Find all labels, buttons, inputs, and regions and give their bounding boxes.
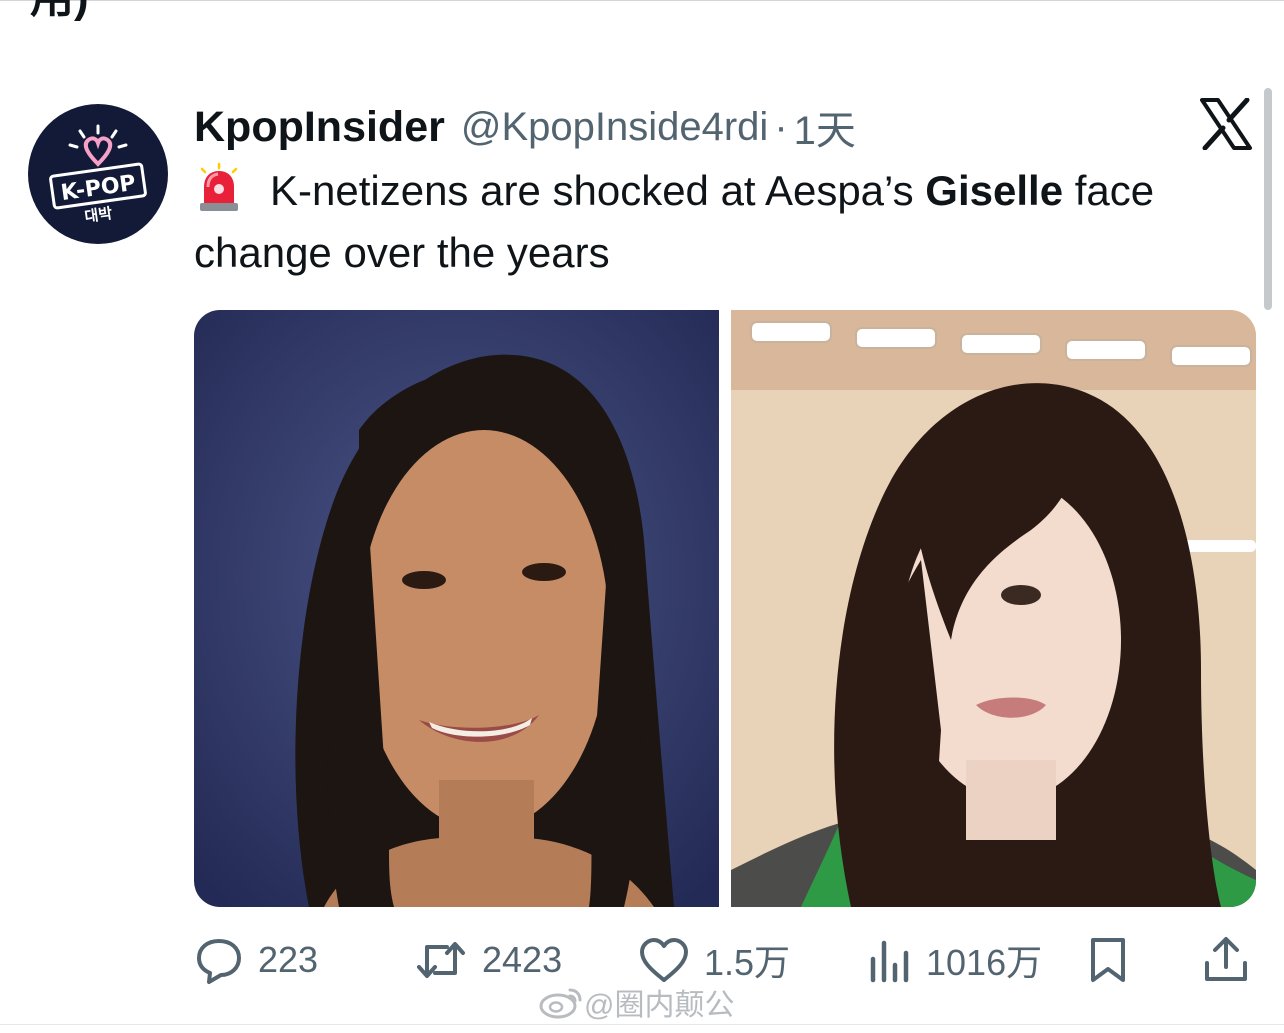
share-icon <box>1205 937 1247 981</box>
police-car-light-icon <box>200 163 238 211</box>
author-handle[interactable]: @KpopInside4rdi <box>461 105 768 150</box>
previous-tweet-text: 用) <box>30 0 89 20</box>
bookmark-icon <box>1091 938 1125 982</box>
separator-dot: · <box>774 104 788 149</box>
like-count: 1.5万 <box>704 942 791 983</box>
x-logo-icon[interactable] <box>1200 98 1252 150</box>
bottom-divider <box>0 1024 1284 1025</box>
author-name[interactable]: KpopInsider <box>194 103 445 152</box>
svg-text:K-POP: K-POP <box>59 171 137 206</box>
tweet-text-bold: Giselle <box>925 167 1064 214</box>
media-image-2[interactable] <box>731 310 1256 907</box>
views-count: 1016万 <box>926 942 1043 983</box>
share-button[interactable] <box>1202 932 1264 988</box>
tweet-media <box>194 310 1256 907</box>
post-time[interactable]: 1天 <box>794 98 856 156</box>
repost-count: 2423 <box>482 939 563 980</box>
repost-icon <box>417 942 465 978</box>
views-icon <box>870 940 909 983</box>
weibo-logo-icon <box>539 988 582 1019</box>
avatar[interactable]: K-POP 대박 <box>28 104 168 244</box>
reply-button[interactable]: 223 <box>194 932 318 988</box>
top-divider <box>0 0 1284 1</box>
watermark: @圈内颠公 <box>538 980 734 1024</box>
tweet-page: 用) K-POP 대박 KpopInsider @KpopInside4rdi … <box>0 0 1284 1033</box>
reply-count: 223 <box>258 939 319 980</box>
tweet-text-part1: K-netizens are shocked at Aespa’s <box>270 167 926 214</box>
yearbook-photo <box>194 310 719 907</box>
tweet-text: K-netizens are shocked at Aespa’s Gisell… <box>194 160 1234 284</box>
tweet-header: KpopInsider @KpopInside4rdi · 1天 <box>194 100 856 154</box>
views-button[interactable]: 1016万 <box>868 932 1042 988</box>
recent-photo <box>731 310 1256 907</box>
heart-icon <box>640 938 688 982</box>
watermark-text: @圈内颠公 <box>584 989 735 1022</box>
bookmark-button[interactable] <box>1088 932 1142 988</box>
svg-text:대박: 대박 <box>83 204 113 226</box>
scrollbar[interactable] <box>1264 88 1272 310</box>
reply-icon <box>197 939 241 984</box>
media-image-1[interactable] <box>194 310 719 907</box>
kpop-logo-icon: K-POP 대박 <box>49 124 147 226</box>
